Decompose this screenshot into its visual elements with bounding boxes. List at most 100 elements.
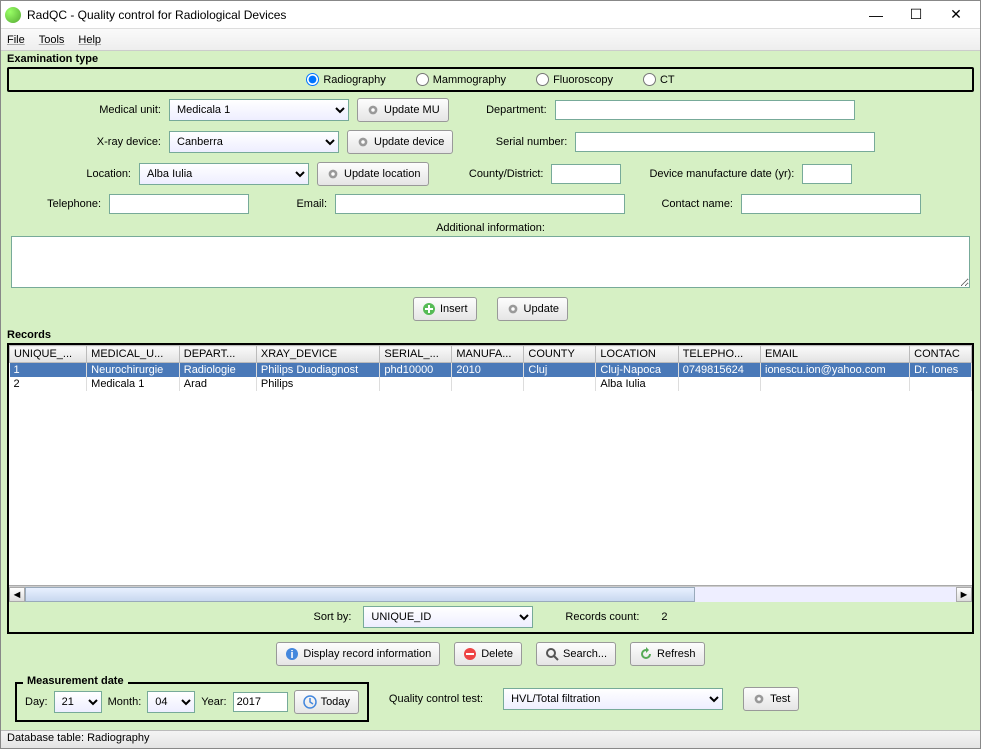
records-legend: Records <box>5 329 976 341</box>
table-cell <box>678 377 760 391</box>
column-header[interactable]: MANUFA... <box>452 346 524 363</box>
year-label: Year: <box>201 696 226 708</box>
menubar: File Tools Help <box>1 29 980 51</box>
table-cell: Dr. Iones <box>910 363 972 378</box>
records-count-value: 2 <box>661 611 667 623</box>
app-window: RadQC - Quality control for Radiological… <box>0 0 981 749</box>
menu-file[interactable]: File <box>7 34 25 46</box>
records-count-label: Records count: <box>565 611 639 623</box>
department-label: Department: <box>457 104 547 116</box>
gear-icon <box>752 692 766 706</box>
month-label: Month: <box>108 696 142 708</box>
table-cell: Medicala 1 <box>87 377 180 391</box>
menu-tools[interactable]: Tools <box>39 34 65 46</box>
delete-button[interactable]: Delete <box>454 642 522 666</box>
insert-button[interactable]: Insert <box>413 297 477 321</box>
records-table-wrap[interactable]: UNIQUE_...MEDICAL_U...DEPART...XRAY_DEVI… <box>9 345 972 586</box>
contact-name-label: Contact name: <box>633 198 733 210</box>
plus-icon <box>422 302 436 316</box>
update-device-button[interactable]: Update device <box>347 130 453 154</box>
exam-type-legend: Examination type <box>5 53 976 65</box>
table-cell: 1 <box>10 363 87 378</box>
scroll-left-arrow[interactable]: ◄ <box>9 587 25 602</box>
table-cell: 0749815624 <box>678 363 760 378</box>
minimize-button[interactable]: — <box>856 3 896 27</box>
radio-radiography-label: Radiography <box>323 74 385 86</box>
column-header[interactable]: LOCATION <box>596 346 678 363</box>
day-select[interactable]: 21 <box>54 691 102 713</box>
table-cell <box>761 377 910 391</box>
serial-number-label: Serial number: <box>461 136 567 148</box>
update-button[interactable]: Update <box>497 297 568 321</box>
table-cell: phd10000 <box>380 363 452 378</box>
radio-ct[interactable]: CT <box>643 73 675 86</box>
contact-name-input[interactable] <box>741 194 921 214</box>
table-cell: ionescu.ion@yahoo.com <box>761 363 910 378</box>
column-header[interactable]: MEDICAL_U... <box>87 346 180 363</box>
table-cell: 2010 <box>452 363 524 378</box>
table-cell: 2 <box>10 377 87 391</box>
county-input[interactable] <box>551 164 621 184</box>
additional-info-textarea[interactable] <box>11 236 970 288</box>
delete-icon <box>463 647 477 661</box>
qc-test-label: Quality control test: <box>389 693 483 705</box>
location-select[interactable]: Alba Iulia <box>139 163 309 185</box>
table-cell: Cluj <box>524 363 596 378</box>
table-cell: Neurochirurgie <box>87 363 180 378</box>
mfg-date-input[interactable] <box>802 164 852 184</box>
serial-number-input[interactable] <box>575 132 875 152</box>
radio-radiography[interactable]: Radiography <box>306 73 385 86</box>
measurement-date-legend: Measurement date <box>23 675 128 687</box>
column-header[interactable]: SERIAL_... <box>380 346 452 363</box>
info-icon: i <box>285 647 299 661</box>
column-header[interactable]: COUNTY <box>524 346 596 363</box>
table-cell: Philips Duodiagnost <box>256 363 379 378</box>
column-header[interactable]: CONTAC <box>910 346 972 363</box>
update-mu-button[interactable]: Update MU <box>357 98 449 122</box>
test-button[interactable]: Test <box>743 687 799 711</box>
horizontal-scrollbar[interactable]: ◄ ► <box>9 586 972 602</box>
qc-test-select[interactable]: HVL/Total filtration <box>503 688 723 710</box>
measurement-date-box: Measurement date Day: 21 Month: 04 Year:… <box>15 682 369 722</box>
table-cell: Alba Iulia <box>596 377 678 391</box>
menu-help[interactable]: Help <box>78 34 101 46</box>
table-cell <box>380 377 452 391</box>
scroll-right-arrow[interactable]: ► <box>956 587 972 602</box>
xray-device-select[interactable]: Canberra <box>169 131 339 153</box>
table-cell: Cluj-Napoca <box>596 363 678 378</box>
radio-mammography[interactable]: Mammography <box>416 73 506 86</box>
column-header[interactable]: TELEPHO... <box>678 346 760 363</box>
refresh-button[interactable]: Refresh <box>630 642 705 666</box>
table-cell <box>910 377 972 391</box>
close-button[interactable]: ✕ <box>936 3 976 27</box>
column-header[interactable]: XRAY_DEVICE <box>256 346 379 363</box>
search-button[interactable]: Search... <box>536 642 616 666</box>
email-input[interactable] <box>335 194 625 214</box>
radio-ct-label: CT <box>660 74 675 86</box>
sort-by-select[interactable]: UNIQUE_ID <box>363 606 533 628</box>
radio-fluoroscopy[interactable]: Fluoroscopy <box>536 73 613 86</box>
department-input[interactable] <box>555 100 855 120</box>
update-location-button[interactable]: Update location <box>317 162 429 186</box>
table-row[interactable]: 1NeurochirurgieRadiologiePhilips Duodiag… <box>10 363 972 378</box>
month-select[interactable]: 04 <box>147 691 195 713</box>
scroll-thumb[interactable] <box>25 587 695 602</box>
window-title: RadQC - Quality control for Radiological… <box>27 8 856 22</box>
table-row[interactable]: 2Medicala 1AradPhilipsAlba Iulia <box>10 377 972 391</box>
titlebar: RadQC - Quality control for Radiological… <box>1 1 980 29</box>
clock-icon <box>303 695 317 709</box>
medical-unit-select[interactable]: Medicala 1 <box>169 99 349 121</box>
column-header[interactable]: DEPART... <box>179 346 256 363</box>
today-button[interactable]: Today <box>294 690 359 714</box>
day-label: Day: <box>25 696 48 708</box>
column-header[interactable]: EMAIL <box>761 346 910 363</box>
medical-unit-label: Medical unit: <box>11 104 161 116</box>
column-header[interactable]: UNIQUE_... <box>10 346 87 363</box>
gear-icon <box>506 302 520 316</box>
display-record-button[interactable]: iDisplay record information <box>276 642 440 666</box>
maximize-button[interactable]: ☐ <box>896 3 936 27</box>
gear-icon <box>366 103 380 117</box>
records-panel: UNIQUE_...MEDICAL_U...DEPART...XRAY_DEVI… <box>7 343 974 634</box>
year-input[interactable] <box>233 692 288 712</box>
telephone-input[interactable] <box>109 194 249 214</box>
